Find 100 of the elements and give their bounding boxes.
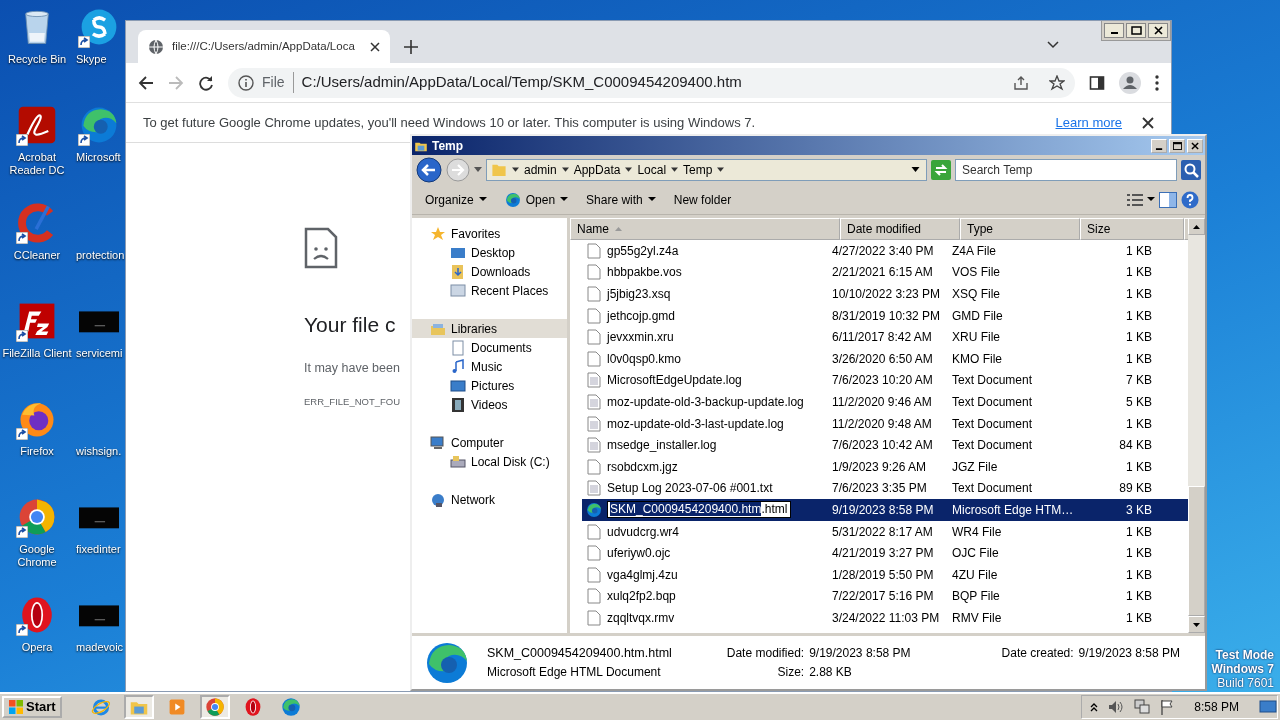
refresh-icon[interactable] (931, 160, 951, 180)
skype-icon[interactable] (79, 7, 119, 47)
menu-button[interactable]: Open (497, 188, 576, 211)
view-options-icon[interactable] (1127, 192, 1143, 207)
bookmark-star-icon[interactable] (1049, 74, 1065, 91)
scroll-down-icon[interactable] (1193, 622, 1200, 627)
icon-label[interactable]: Firefox (1, 445, 73, 458)
search-icon[interactable] (1181, 160, 1201, 180)
file-row[interactable]: msedge_installer.log 7/6/2023 10:42 AM Text Document 84 KB (582, 434, 1188, 456)
file-row[interactable]: moz-update-old-3-backup-update.log 11/2/2020 9:46 AM Text Document 5 KB (582, 391, 1188, 413)
breadcrumb-arrow-icon[interactable] (671, 167, 679, 173)
breadcrumb-arrow-icon[interactable] (561, 167, 569, 173)
speaker-icon[interactable] (1108, 700, 1125, 714)
scroll-up-icon[interactable] (1193, 224, 1200, 229)
scroll-thumb[interactable] (1188, 486, 1205, 616)
rename-field[interactable]: SKM_C0009454209400.htm.html (607, 501, 791, 519)
show-desktop-icon[interactable] (1259, 699, 1277, 715)
new-tab-icon[interactable] (404, 40, 418, 54)
file-row[interactable]: Setup Log 2023-07-06 #001.txt 7/6/2023 3:35 PM Text Document 89 KB (582, 477, 1188, 500)
icon-label[interactable]: CCleaner (1, 249, 73, 262)
file-row[interactable]: SKM_C0009454209400.htm.html 9/19/2023 8:58 PM Microsoft Edge HTM… 3 KB (582, 499, 1188, 521)
flag-icon[interactable] (1160, 699, 1175, 715)
icon-label[interactable]: madevoic (76, 641, 124, 654)
breadcrumb-item[interactable]: admin (524, 161, 557, 179)
tray-expand-icon[interactable] (1090, 702, 1099, 712)
file-row[interactable]: udvudcrg.wr4 5/31/2022 8:17 AM WR4 File 1 KB (582, 520, 1188, 543)
nav-item[interactable]: Network (412, 490, 567, 509)
history-caret-icon[interactable] (474, 167, 482, 173)
icon-label[interactable]: fixedinter (76, 543, 121, 556)
toolbar-button[interactable]: New folder (666, 188, 739, 211)
help-icon[interactable] (1181, 190, 1199, 209)
address-bar[interactable]: File C:/Users/admin/AppData/Local/Temp/SKM_C0009454209400.htm (228, 67, 1075, 98)
icon-label[interactable]: Acrobat Reader DC (1, 151, 73, 177)
search-field[interactable]: Search Temp (955, 159, 1177, 181)
nav-item[interactable]: Desktop (412, 243, 567, 262)
back-button-icon[interactable] (416, 157, 442, 183)
file-row[interactable]: vga4glmj.4zu 1/28/2019 5:50 PM 4ZU File 1 KB (582, 563, 1188, 586)
taskbar-app-button[interactable] (123, 695, 154, 719)
menu-button[interactable]: Share with (579, 188, 663, 211)
nav-item[interactable]: Recent Places (412, 281, 567, 300)
breadcrumb-item[interactable]: Local (637, 161, 667, 179)
icon-label[interactable]: protection (76, 249, 125, 262)
caret-icon[interactable] (1147, 197, 1155, 202)
start-button[interactable]: Start (2, 696, 62, 718)
breadcrumb-item[interactable]: AppData (573, 161, 621, 179)
icon-label[interactable]: servicemi (76, 347, 123, 360)
file-row[interactable]: moz-update-old-3-last-update.log 11/2/2020 9:48 AM Text Document 1 KB (582, 412, 1188, 435)
icon-label[interactable]: Microsoft (76, 151, 121, 164)
scroll-up-button[interactable] (1188, 218, 1205, 235)
menu-button[interactable]: Organize (418, 188, 494, 211)
column-header[interactable]: Type (960, 218, 1080, 240)
chrome-icon[interactable] (17, 497, 57, 537)
file-row[interactable]: hbbpakbe.vos 2/21/2021 6:15 AM VOS File 1 KB (582, 261, 1188, 284)
column-header[interactable]: Name (570, 218, 840, 240)
close-icon[interactable] (370, 41, 380, 52)
file-row[interactable]: xulq2fp2.bqp 7/22/2017 5:16 PM BQP File 1 KB (582, 585, 1188, 608)
address-dropdown-icon[interactable] (911, 167, 920, 173)
breadcrumb-arrow-icon[interactable] (512, 167, 519, 173)
nav-item[interactable]: Favorites (412, 224, 567, 243)
file-row[interactable]: j5jbig23.xsq 10/10/2022 3:23 PM XSQ File 1 KB (582, 283, 1188, 305)
close-icon[interactable] (1142, 116, 1154, 129)
breadcrumb-arrow-icon[interactable] (625, 167, 633, 173)
back-icon[interactable] (138, 74, 154, 91)
file-row[interactable]: jethcojp.gmd 8/31/2019 10:32 PM GMD File 1 KB (582, 304, 1188, 327)
side-panel-icon[interactable] (1089, 74, 1105, 91)
file-row[interactable]: gp55g2yl.z4a 4/27/2022 3:40 PM Z4A File 1 KB (582, 240, 1188, 262)
nav-item[interactable]: Videos (412, 395, 567, 414)
file-row[interactable]: MicrosoftEdgeUpdate.log 7/6/2023 10:20 AM Text Document 7 KB (582, 369, 1188, 392)
tab-search-icon[interactable] (1047, 41, 1059, 49)
profile-avatar-icon[interactable] (1119, 71, 1141, 94)
icon-label[interactable]: Google Chrome (1, 543, 73, 569)
filezilla-icon[interactable] (17, 301, 57, 341)
acrobat-icon[interactable] (17, 105, 57, 145)
icon-label[interactable]: wishsign. (76, 445, 122, 458)
scroll-down-button[interactable] (1188, 616, 1205, 633)
icon-label[interactable]: Opera (1, 641, 73, 654)
address-bar[interactable]: admin AppData Local Temp (486, 159, 927, 181)
nav-item[interactable]: Documents (412, 338, 567, 357)
column-header[interactable]: Size (1080, 218, 1184, 240)
nav-item[interactable]: Libraries (412, 319, 567, 338)
nav-item[interactable]: Downloads (412, 262, 567, 281)
scrollbar[interactable] (1188, 218, 1205, 633)
icon-label[interactable]: Skype (76, 53, 107, 66)
share-icon[interactable] (1013, 74, 1029, 91)
taskbar-app-button[interactable] (199, 695, 230, 719)
preview-pane-icon[interactable] (1159, 191, 1177, 208)
icon-label[interactable]: Recycle Bin (1, 53, 73, 66)
browser-tab[interactable]: file:///C:/Users/admin/AppData/Loca (138, 30, 390, 63)
network-icon[interactable] (1134, 699, 1151, 715)
nav-item[interactable]: Pictures (412, 376, 567, 395)
file-row[interactable]: uferiyw0.ojc 4/21/2019 3:27 PM OJC File 1 KB (582, 542, 1188, 564)
icon-label[interactable]: FileZilla Client (1, 347, 73, 360)
breadcrumb-item[interactable]: Temp (683, 161, 713, 179)
nav-item[interactable]: Music (412, 357, 567, 376)
nav-item[interactable]: Computer (412, 433, 567, 452)
file-row[interactable]: rsobdcxm.jgz 1/9/2023 9:26 AM JGZ File 1 KB (582, 455, 1188, 478)
nav-item[interactable]: Local Disk (C:) (412, 452, 567, 471)
learn-more-link[interactable]: Learn more (1055, 112, 1122, 133)
edge-icon[interactable] (79, 105, 119, 145)
file-row[interactable]: jevxxmin.xru 6/11/2017 8:42 AM XRU File 1 KB (582, 326, 1188, 348)
